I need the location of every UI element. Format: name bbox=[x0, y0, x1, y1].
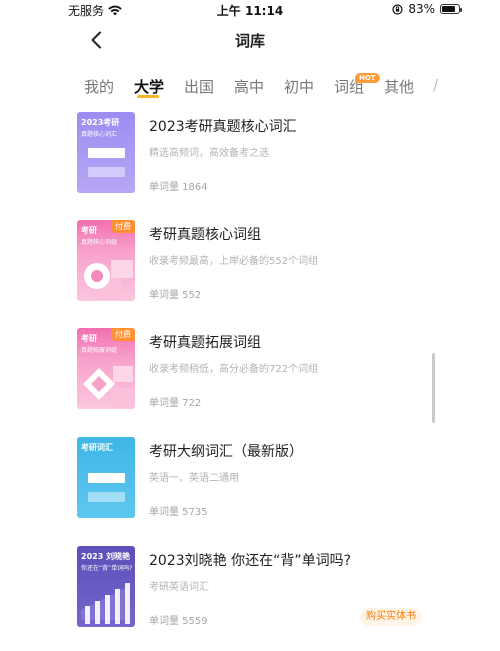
book-description: 收录考频最高，上岸必备的552个词组 bbox=[149, 256, 319, 267]
book-cover: 考研 真题拓展词组 付费 bbox=[77, 328, 135, 409]
book-description: 英语一、英语二通用 bbox=[149, 473, 239, 484]
cover-art bbox=[81, 583, 130, 624]
book-description: 精选高频词，高效备考之选 bbox=[149, 148, 269, 159]
cover-title: 2023考研 bbox=[81, 118, 120, 127]
word-count: 单词量 552 bbox=[149, 290, 202, 301]
book-cover: 2023 刘晓艳 你还在“背”单词吗? bbox=[77, 546, 135, 627]
category-tabs: 我的 大学 出国 高中 初中 词组 其他 / bbox=[84, 76, 500, 106]
orientation-lock-icon bbox=[392, 3, 403, 15]
cover-title: 2023 刘晓艳 bbox=[81, 552, 131, 561]
book-title: 考研真题核心词组 bbox=[149, 227, 261, 243]
paid-badge: 付费 bbox=[111, 328, 135, 341]
book-cover: 考研词汇 bbox=[77, 437, 135, 518]
cover-art bbox=[83, 366, 133, 408]
tab-abroad[interactable]: 出国 bbox=[184, 76, 214, 97]
book-title: 考研大纲词汇（最新版） bbox=[149, 444, 303, 460]
status-right: 83% bbox=[392, 2, 462, 16]
book-title: 2023刘晓艳 你还在“背”单词吗? bbox=[149, 553, 352, 569]
cover-decoration bbox=[88, 492, 125, 502]
page-title: 词库 bbox=[234, 32, 265, 50]
tab-other[interactable]: 其他 bbox=[384, 76, 414, 97]
book-title: 2023考研真题核心词汇 bbox=[149, 119, 297, 135]
status-bar: 无服务 上午 11:14 83% bbox=[0, 0, 500, 20]
book-title: 考研真题拓展词组 bbox=[149, 335, 261, 351]
cover-decoration bbox=[88, 167, 125, 177]
cover-title: 考研词汇 bbox=[81, 443, 113, 452]
word-count: 单词量 5559 bbox=[149, 616, 208, 627]
paid-badge: 付费 bbox=[111, 220, 135, 233]
buy-physical-book-button[interactable]: 购买实体书 bbox=[360, 608, 422, 626]
cover-title: 考研 bbox=[81, 334, 97, 343]
book-description: 考研英语词汇 bbox=[149, 582, 209, 593]
scrollbar[interactable] bbox=[432, 353, 435, 423]
book-item[interactable]: 2023考研 真题核心词汇 2023考研真题核心词汇 精选高频词，高效备考之选 … bbox=[77, 112, 427, 196]
cover-subtitle: 真题核心词组 bbox=[81, 239, 118, 246]
book-description: 收录考频稍低，高分必备的722个词组 bbox=[149, 364, 319, 375]
book-cover: 考研 真题核心词组 付费 bbox=[77, 220, 135, 301]
tab-high-school[interactable]: 高中 bbox=[234, 76, 264, 97]
cover-title: 考研 bbox=[81, 226, 97, 235]
cover-decoration bbox=[88, 473, 125, 483]
word-count: 单词量 1864 bbox=[149, 182, 208, 193]
nav-bar: 词库 bbox=[0, 22, 500, 58]
battery-icon bbox=[440, 4, 462, 14]
cover-subtitle: 你还在“背”单词吗? bbox=[81, 565, 133, 572]
battery-level bbox=[442, 6, 456, 12]
cover-subtitle: 真题拓展词组 bbox=[81, 347, 118, 354]
cover-decoration bbox=[88, 148, 125, 158]
tab-mine[interactable]: 我的 bbox=[84, 76, 114, 97]
book-item[interactable]: 考研 真题拓展词组 付费 考研真题拓展词组 收录考频稍低，高分必备的722个词组… bbox=[77, 328, 427, 412]
tab-more-cutoff[interactable]: / bbox=[433, 76, 438, 94]
tab-middle-school[interactable]: 初中 bbox=[284, 76, 314, 97]
book-item[interactable]: 考研 真题核心词组 付费 考研真题核心词组 收录考频最高，上岸必备的552个词组… bbox=[77, 220, 427, 304]
word-count: 单词量 722 bbox=[149, 398, 202, 409]
word-count: 单词量 5735 bbox=[149, 507, 208, 518]
battery-percent: 83% bbox=[408, 2, 435, 16]
active-tab-indicator bbox=[137, 95, 159, 98]
hot-badge: HOT bbox=[355, 73, 380, 83]
book-cover: 2023考研 真题核心词汇 bbox=[77, 112, 135, 193]
tab-university[interactable]: 大学 bbox=[134, 76, 164, 97]
cover-art bbox=[84, 260, 133, 300]
book-item[interactable]: 考研词汇 考研大纲词汇（最新版） 英语一、英语二通用 单词量 5735 bbox=[77, 437, 427, 521]
cover-subtitle: 真题核心词汇 bbox=[81, 131, 118, 138]
